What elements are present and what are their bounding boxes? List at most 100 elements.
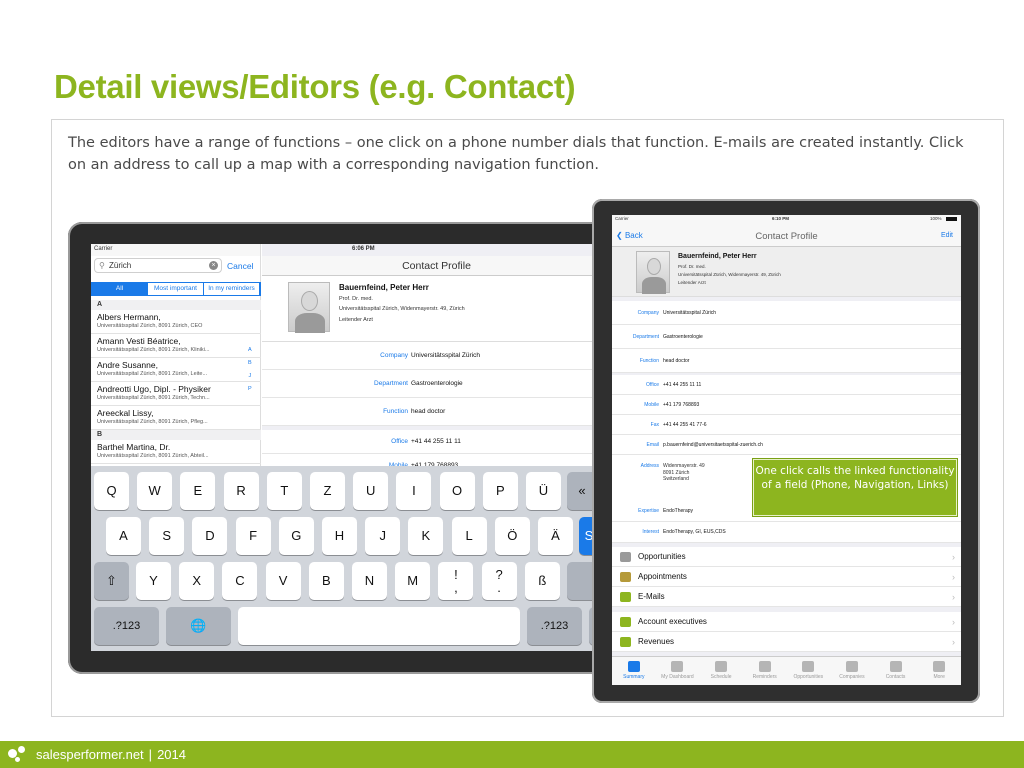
key[interactable]: X xyxy=(179,562,215,600)
field-row[interactable]: Email p.bauernfeind@universitaetsspital-z… xyxy=(612,435,961,455)
key[interactable]: I xyxy=(396,472,432,510)
key[interactable]: K xyxy=(408,517,444,555)
key[interactable]: Y xyxy=(136,562,171,600)
key[interactable]: Ü xyxy=(526,472,561,510)
tab-contacts[interactable]: Contacts xyxy=(874,657,918,685)
key[interactable]: O xyxy=(439,472,475,510)
tab-my-dashboard[interactable]: My Dashboard xyxy=(656,657,700,685)
key[interactable]: Z xyxy=(310,472,345,510)
key[interactable]: R xyxy=(223,472,259,510)
contact-list-item[interactable]: Barthel Martina, Dr. Universitätsspital Z… xyxy=(91,440,261,464)
key[interactable]: E xyxy=(180,472,216,510)
field-row[interactable]: Office +41 44 255 11 11 xyxy=(262,430,611,454)
space-key[interactable] xyxy=(238,607,520,645)
numbers-key-right[interactable]: .?123 xyxy=(527,607,582,645)
on-screen-keyboard: Q W E R T Z U I O P Ü «A S D F G H J K L Ö Ä S ⇧ Y X C V B N M! ,? .ß.… xyxy=(91,466,611,651)
key[interactable]: G xyxy=(278,517,314,555)
field-row[interactable]: Company Universitätsspital Zürich xyxy=(262,342,611,370)
tab-opportunities[interactable]: Opportunities xyxy=(787,657,831,685)
key[interactable]: L xyxy=(451,517,487,555)
edit-button[interactable]: Edit xyxy=(941,232,953,239)
segment-2[interactable]: In my reminders xyxy=(204,283,260,295)
key[interactable]: V xyxy=(265,562,301,600)
field-value[interactable]: +41 44 255 41 77-6 xyxy=(663,422,707,428)
field-value[interactable]: Gastroenterologie xyxy=(411,380,463,387)
field-row[interactable]: Mobile +41 179 768893 xyxy=(612,395,961,415)
section-index[interactable]: ABJP xyxy=(248,344,252,396)
person-address[interactable]: Universitätsspital Zürich, Widenmayerstr… xyxy=(678,272,781,277)
field-row[interactable]: Department Gastroenterologie xyxy=(612,325,961,349)
shift-key[interactable]: ⇧ xyxy=(94,562,129,600)
menu-item[interactable]: Revenues › xyxy=(612,632,961,652)
cancel-button[interactable]: Cancel xyxy=(227,261,253,271)
key[interactable]: ß xyxy=(524,562,560,600)
key[interactable]: B xyxy=(308,562,344,600)
slide: Detail views/Editors (e.g. Contact) The … xyxy=(0,0,1024,768)
field-value[interactable]: EndoTherapy xyxy=(663,508,693,514)
contact-list-item[interactable]: Andreotti Ugo, Dipl. - Physiker Universit… xyxy=(91,382,261,406)
index-letter[interactable]: B xyxy=(248,357,252,370)
address-value[interactable]: Widenmayerstr. 49 8091 Zürich Switzerlan… xyxy=(663,463,705,483)
key[interactable]: F xyxy=(235,517,271,555)
index-letter[interactable]: J xyxy=(248,370,252,383)
menu-item[interactable]: Appointments › xyxy=(612,567,961,587)
field-value[interactable]: head doctor xyxy=(663,358,689,364)
key[interactable]: Ä xyxy=(538,517,573,555)
person-address[interactable]: Universitätsspital Zürich, Widenmayerstr… xyxy=(339,306,465,312)
field-row[interactable]: Office +41 44 255 11 11 xyxy=(612,375,961,395)
field-value[interactable]: +41 44 255 11 11 xyxy=(411,438,461,445)
key[interactable]: H xyxy=(322,517,357,555)
globe-icon[interactable]: 🌐 xyxy=(166,607,231,645)
field-value[interactable]: EndoTherapy, GI, EUS,CDS xyxy=(663,529,726,535)
menu-item[interactable]: Opportunities › xyxy=(612,547,961,567)
field-value[interactable]: p.bauernfeind@universitaetsspital-zueric… xyxy=(663,442,763,448)
key[interactable]: S xyxy=(149,517,185,555)
clear-icon[interactable]: × xyxy=(209,261,218,270)
key[interactable]: ! , xyxy=(438,562,474,600)
tab-more[interactable]: More xyxy=(917,657,961,685)
contact-list-item[interactable]: Areeckal Lissy, Universitätsspital Zürich… xyxy=(91,406,261,430)
person-icon xyxy=(620,617,631,627)
contact-list-item[interactable]: Albers Hermann, Universitätsspital Zürich… xyxy=(91,310,261,334)
key[interactable]: W xyxy=(137,472,173,510)
contact-list-item[interactable]: Amann Vesti Béatrice, Universitätsspital … xyxy=(91,334,261,358)
field-row[interactable]: Department Gastroenterologie xyxy=(262,370,611,398)
segment-1[interactable]: Most important xyxy=(148,283,204,295)
segment-0[interactable]: All xyxy=(92,283,148,295)
field-value[interactable]: head doctor xyxy=(411,408,445,415)
key[interactable]: D xyxy=(192,517,228,555)
tab-schedule[interactable]: Schedule xyxy=(699,657,743,685)
contact-list-item[interactable]: Andre Susanne, Universitätsspital Zürich,… xyxy=(91,358,261,382)
field-value[interactable]: Universitätsspital Zürich xyxy=(663,310,716,316)
menu-item[interactable]: Account executives › xyxy=(612,612,961,632)
key[interactable]: Q xyxy=(94,472,129,510)
key[interactable]: N xyxy=(352,562,387,600)
field-value[interactable]: +41 44 255 11 11 xyxy=(663,382,701,388)
tab-reminders[interactable]: Reminders xyxy=(743,657,787,685)
key[interactable]: ? . xyxy=(481,562,517,600)
tab-companies[interactable]: Companies xyxy=(830,657,874,685)
index-letter[interactable]: P xyxy=(248,383,252,396)
key[interactable]: M xyxy=(395,562,431,600)
menu-item[interactable]: E-Mails › xyxy=(612,587,961,607)
key[interactable]: A xyxy=(106,517,141,555)
key[interactable]: U xyxy=(353,472,389,510)
key[interactable]: J xyxy=(365,517,401,555)
field-value[interactable]: +41 179 768893 xyxy=(663,402,699,408)
contact-name: Andre Susanne, xyxy=(97,360,158,370)
key[interactable]: C xyxy=(222,562,258,600)
field-row[interactable]: Fax +41 44 255 41 77-6 xyxy=(612,415,961,435)
field-row[interactable]: Company Universitätsspital Zürich xyxy=(612,301,961,325)
search-input[interactable]: ⚲ Zürich × xyxy=(94,258,222,273)
numbers-key[interactable]: .?123 xyxy=(94,607,159,645)
field-row[interactable]: Function head doctor xyxy=(612,349,961,373)
field-row[interactable]: Function head doctor xyxy=(262,398,611,426)
key[interactable]: T xyxy=(266,472,302,510)
field-row[interactable]: Interest EndoTherapy, GI, EUS,CDS xyxy=(612,522,961,543)
index-letter[interactable]: A xyxy=(248,344,252,357)
key[interactable]: Ö xyxy=(494,517,530,555)
tab-summary[interactable]: Summary xyxy=(612,657,656,685)
field-value[interactable]: Universitätsspital Zürich xyxy=(411,352,480,359)
key[interactable]: P xyxy=(482,472,518,510)
field-value[interactable]: Gastroenterologie xyxy=(663,334,703,340)
